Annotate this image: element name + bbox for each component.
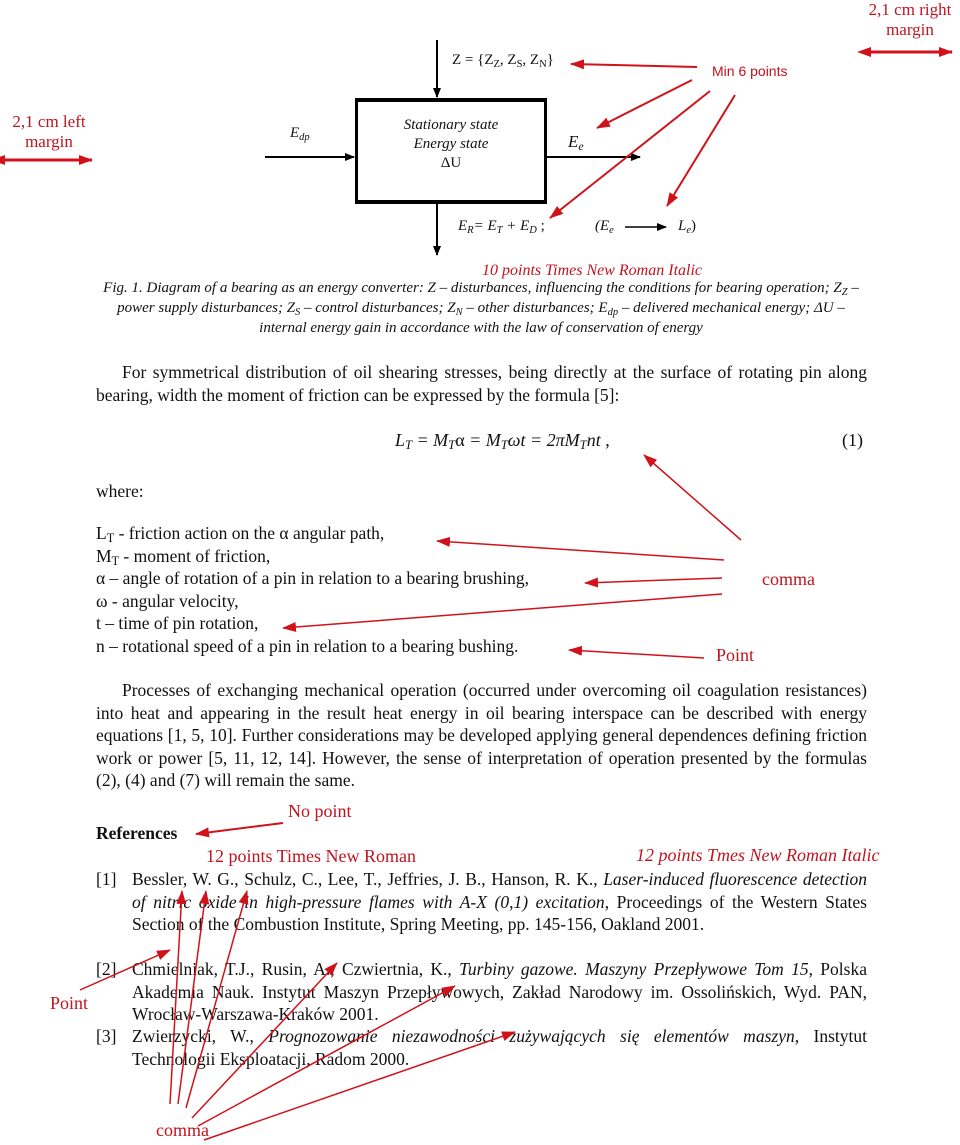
comma-arrow-formula xyxy=(643,454,742,541)
er-equation: ER= ET + ED ; xyxy=(458,218,545,236)
min-points-arrow-ee xyxy=(596,79,693,129)
box-line-energy: Energy state xyxy=(413,136,489,152)
definition-item: t – time of pin rotation, xyxy=(96,613,259,633)
no-point-note: No point xyxy=(288,801,352,821)
left-margin-note: 2,1 cm left margin xyxy=(12,112,86,151)
energy-converter-box: Stationary state Energy state ΔU xyxy=(355,98,547,204)
definitions-list: LT - friction action on the α angular pa… xyxy=(96,522,529,657)
figure-caption: Fig. 1. Diagram of a bearing as an energ… xyxy=(103,280,859,336)
reference-item: [1] Bessler, W. G., Schulz, C., Lee, T.,… xyxy=(96,869,867,934)
point-note-defs: Point xyxy=(716,645,755,665)
reference-item: [3] Zwierzycki, W., Prognozowanie niezaw… xyxy=(96,1026,867,1069)
where-label: where: xyxy=(96,481,144,501)
comma-arrow-def3 xyxy=(584,577,723,588)
output-energy-label: Ee xyxy=(568,132,584,153)
references-heading: References xyxy=(96,823,178,843)
box-line-stationary: Stationary state xyxy=(403,117,499,133)
no-point-arrow xyxy=(195,822,284,838)
definition-item: n – rotational speed of a pin in relatio… xyxy=(96,635,519,656)
definition-item: ω - angular velocity, xyxy=(96,590,239,611)
conversion-open: (Ee xyxy=(595,218,614,236)
point-arrow-def6 xyxy=(568,645,705,659)
min-points-arrow-z xyxy=(570,59,698,70)
equation-number: (1) xyxy=(842,430,863,450)
box-text: Stationary state Energy state ΔU xyxy=(358,116,544,173)
min-points-arrow-le xyxy=(666,94,736,207)
definition-item: α – angle of rotation of a pin in relati… xyxy=(96,568,529,588)
reference-item: [2] Chmielniak, T.J., Rusin, A., Czwiert… xyxy=(96,959,867,1024)
comma-note-formula: comma xyxy=(762,569,815,589)
point-note-refs: Point xyxy=(50,993,89,1013)
z-set-label: Z = {ZZ, ZS, ZN} xyxy=(452,52,554,70)
paragraph-processes: Processes of exchanging mechanical opera… xyxy=(96,680,867,790)
min-points-note: Min 6 points xyxy=(712,63,788,79)
comma-note-refs: comma xyxy=(156,1120,209,1140)
conversion-close: Le) xyxy=(678,218,697,236)
definition-item: MT - moment of friction, xyxy=(96,545,271,568)
refs-regular-font-note: 12 points Times New Roman xyxy=(206,846,417,866)
refs-italic-font-note: 12 points Tmes New Roman Italic xyxy=(636,845,880,865)
min-points-arrow-er xyxy=(549,90,711,219)
right-margin-note: 2,1 cm right margin xyxy=(868,0,952,39)
box-line-delta-u: ΔU xyxy=(440,155,462,171)
definition-item: LT - friction action on the α angular pa… xyxy=(96,523,385,545)
paragraph-friction: For symmetrical distribution of oil shea… xyxy=(96,362,867,405)
formula-1: LT = MTα = MTωt = 2πMTnt , xyxy=(395,430,610,452)
input-energy-label: Edp xyxy=(290,125,310,143)
